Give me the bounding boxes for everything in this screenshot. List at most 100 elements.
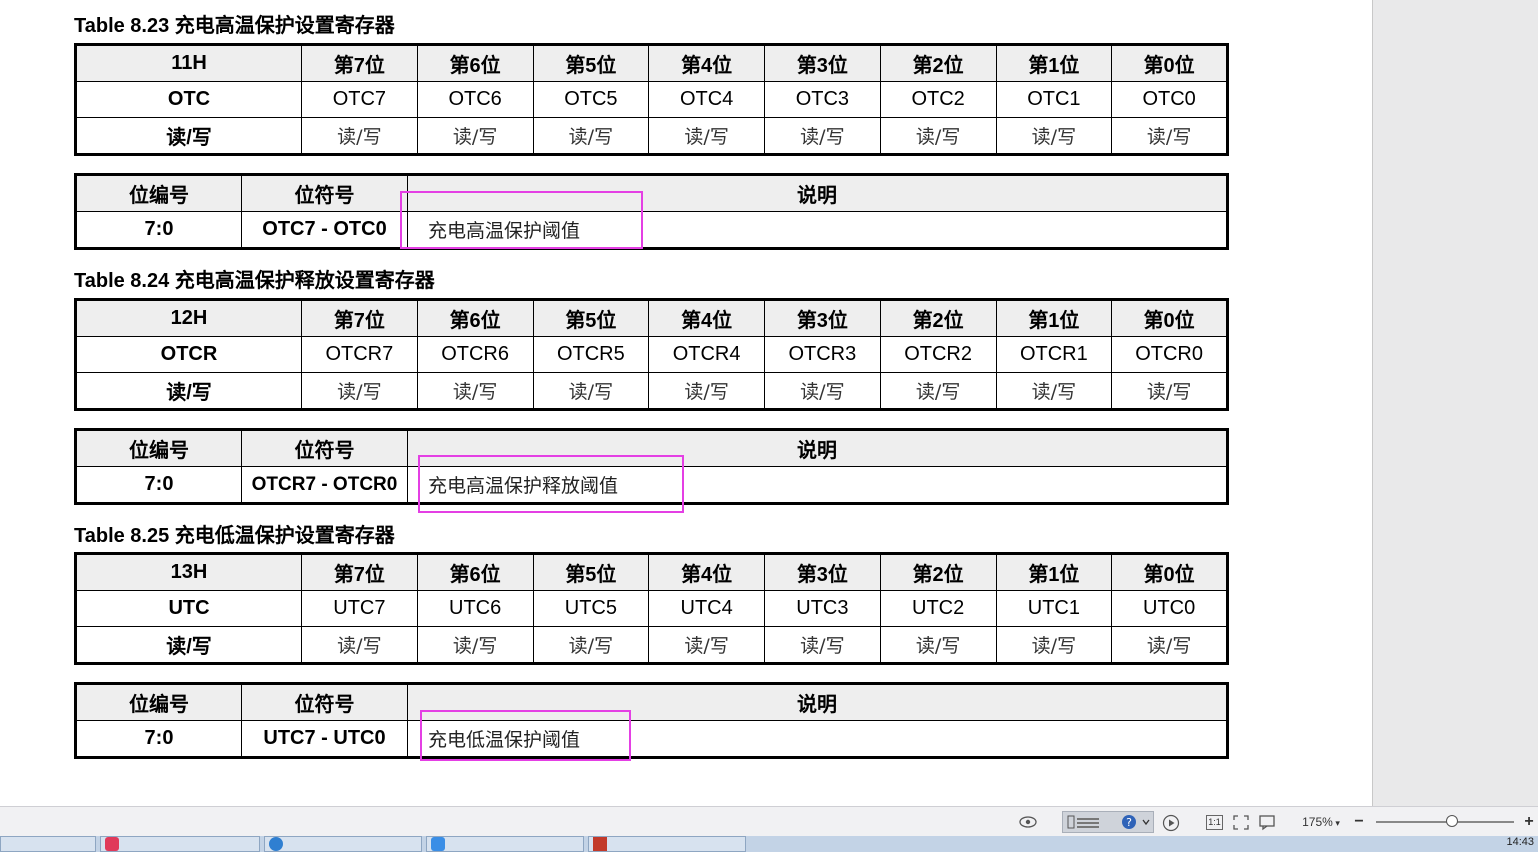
- bit-name: UTC5: [532, 590, 650, 627]
- page-view-icon[interactable]: [1067, 815, 1101, 829]
- access-label: 读/写: [75, 117, 302, 155]
- bit-header: 第0位: [1111, 299, 1228, 337]
- bit-header: 第6位: [416, 553, 534, 591]
- taskbar-button[interactable]: [426, 836, 584, 852]
- bit-name: OTCR4: [648, 336, 765, 373]
- table-caption: Table 8.25 充电低温保护设置寄存器: [74, 525, 395, 547]
- zoom-in-button[interactable]: +: [1522, 813, 1536, 831]
- bit-name: OTCR6: [416, 336, 534, 373]
- zoom-level[interactable]: 175% ▾: [1298, 813, 1344, 831]
- app-icon: [431, 837, 445, 851]
- bit-name: UTC4: [648, 590, 765, 627]
- header-row: 13H 第7位 第6位 第5位 第4位 第3位 第2位 第1位 第0位: [75, 553, 1228, 591]
- access-value: 读/写: [648, 117, 765, 155]
- description-table: 位编号 位符号 说明 7:0 OTC7 - OTC0 充电高温保护阈值: [74, 173, 1229, 250]
- access-value: 读/写: [879, 372, 997, 410]
- document-page: Table 8.23 充电高温保护设置寄存器 11H 第7位 第6位 第5位 第…: [0, 0, 1373, 806]
- play-icon[interactable]: [1162, 814, 1180, 832]
- bit-header: 第2位: [879, 553, 997, 591]
- bit-symbol-header: 位符号: [241, 174, 408, 212]
- zoom-value: 175%: [1302, 815, 1333, 829]
- access-row: 读/写 读/写 读/写 读/写 读/写 读/写 读/写 读/写 读/写: [75, 372, 1228, 410]
- bit-header: 第7位: [301, 299, 418, 337]
- bit-name-row: UTC UTC7 UTC6 UTC5 UTC4 UTC3 UTC2 UTC1 U…: [75, 590, 1228, 627]
- chevron-down-icon[interactable]: [1141, 816, 1151, 828]
- bit-name: UTC3: [764, 590, 881, 627]
- bit-name: OTC6: [416, 81, 534, 118]
- bit-symbol-header: 位符号: [241, 683, 408, 721]
- bit-name: UTC0: [1111, 590, 1228, 627]
- zoom-slider-thumb[interactable]: [1445, 815, 1458, 827]
- description-text: 充电高温保护阈值: [407, 211, 1228, 249]
- register-address: 11H: [75, 44, 302, 82]
- register-name: OTCR: [75, 336, 302, 373]
- access-value: 读/写: [764, 372, 881, 410]
- fit-page-icon[interactable]: [1232, 814, 1250, 831]
- table-caption: Table 8.23 充电高温保护设置寄存器: [74, 15, 395, 37]
- bit-header: 第4位: [648, 44, 765, 82]
- bit-symbol: OTC7 - OTC0: [241, 211, 408, 249]
- access-value: 读/写: [416, 626, 534, 664]
- description-table: 位编号 位符号 说明 7:0 OTCR7 - OTCR0 充电高温保护释放阈值: [74, 428, 1229, 505]
- bit-name-row: OTCR OTCR7 OTCR6 OTCR5 OTCR4 OTCR3 OTCR2…: [75, 336, 1228, 373]
- access-value: 读/写: [301, 117, 418, 155]
- header-row: 位编号 位符号 说明: [75, 429, 1228, 467]
- bit-name: OTC2: [879, 81, 997, 118]
- comment-icon[interactable]: [1258, 814, 1276, 831]
- clock: 14:43: [1506, 836, 1534, 848]
- document-viewport[interactable]: Table 8.23 充电高温保护设置寄存器 11H 第7位 第6位 第5位 第…: [0, 0, 1538, 806]
- bit-symbol: OTCR7 - OTCR0: [241, 466, 408, 504]
- bit-name: OTC5: [532, 81, 650, 118]
- svg-text:?: ?: [1126, 816, 1132, 829]
- access-value: 读/写: [764, 117, 881, 155]
- access-row: 读/写 读/写 读/写 读/写 读/写 读/写 读/写 读/写 读/写: [75, 117, 1228, 155]
- description-header: 说明: [407, 429, 1228, 467]
- bit-name: OTC4: [648, 81, 765, 118]
- eye-icon[interactable]: [1018, 815, 1038, 829]
- help-icon[interactable]: ?: [1121, 814, 1137, 830]
- access-value: 读/写: [532, 117, 650, 155]
- access-value: 读/写: [764, 626, 881, 664]
- bit-name: UTC6: [416, 590, 534, 627]
- bit-header: 第3位: [764, 299, 881, 337]
- description-row: 7:0 OTC7 - OTC0 充电高温保护阈值: [75, 211, 1228, 249]
- access-value: 读/写: [995, 117, 1113, 155]
- bit-name: OTC3: [764, 81, 881, 118]
- description-row: 7:0 OTCR7 - OTCR0 充电高温保护释放阈值: [75, 466, 1228, 504]
- zoom-slider-track[interactable]: [1376, 821, 1514, 823]
- access-value: 读/写: [416, 372, 534, 410]
- access-row: 读/写 读/写 读/写 读/写 读/写 读/写 读/写 读/写 读/写: [75, 626, 1228, 664]
- bit-header: 第5位: [532, 44, 650, 82]
- bit-header: 第5位: [532, 553, 650, 591]
- bit-name: OTC0: [1111, 81, 1228, 118]
- access-value: 读/写: [301, 626, 418, 664]
- bit-name: OTC1: [995, 81, 1113, 118]
- description-table: 位编号 位符号 说明 7:0 UTC7 - UTC0 充电低温保护阈值: [74, 682, 1229, 759]
- register-table: 11H 第7位 第6位 第5位 第4位 第3位 第2位 第1位 第0位 OTC …: [74, 43, 1229, 156]
- actual-size-icon[interactable]: 1:1: [1206, 815, 1223, 830]
- taskbar-button[interactable]: [100, 836, 260, 852]
- description-row: 7:0 UTC7 - UTC0 充电低温保护阈值: [75, 720, 1228, 758]
- header-row: 11H 第7位 第6位 第5位 第4位 第3位 第2位 第1位 第0位: [75, 44, 1228, 82]
- bit-number: 7:0: [75, 211, 242, 249]
- page-gutter: [1373, 0, 1538, 806]
- access-value: 读/写: [648, 372, 765, 410]
- bit-header: 第1位: [995, 44, 1113, 82]
- bit-number-header: 位编号: [75, 683, 242, 721]
- bit-header: 第3位: [764, 44, 881, 82]
- taskbar-button[interactable]: [0, 836, 96, 852]
- bit-name: OTCR1: [995, 336, 1113, 373]
- bit-header: 第0位: [1111, 553, 1228, 591]
- bit-number-header: 位编号: [75, 429, 242, 467]
- bit-name-row: OTC OTC7 OTC6 OTC5 OTC4 OTC3 OTC2 OTC1 O…: [75, 81, 1228, 118]
- taskbar-button[interactable]: [588, 836, 746, 852]
- access-value: 读/写: [995, 626, 1113, 664]
- access-value: 读/写: [1111, 626, 1228, 664]
- access-value: 读/写: [532, 626, 650, 664]
- page-view-toolbar[interactable]: ?: [1062, 811, 1154, 833]
- taskbar-button[interactable]: [264, 836, 422, 852]
- bit-header: 第7位: [301, 44, 418, 82]
- bit-number-header: 位编号: [75, 174, 242, 212]
- zoom-out-button[interactable]: −: [1352, 813, 1366, 831]
- access-value: 读/写: [1111, 372, 1228, 410]
